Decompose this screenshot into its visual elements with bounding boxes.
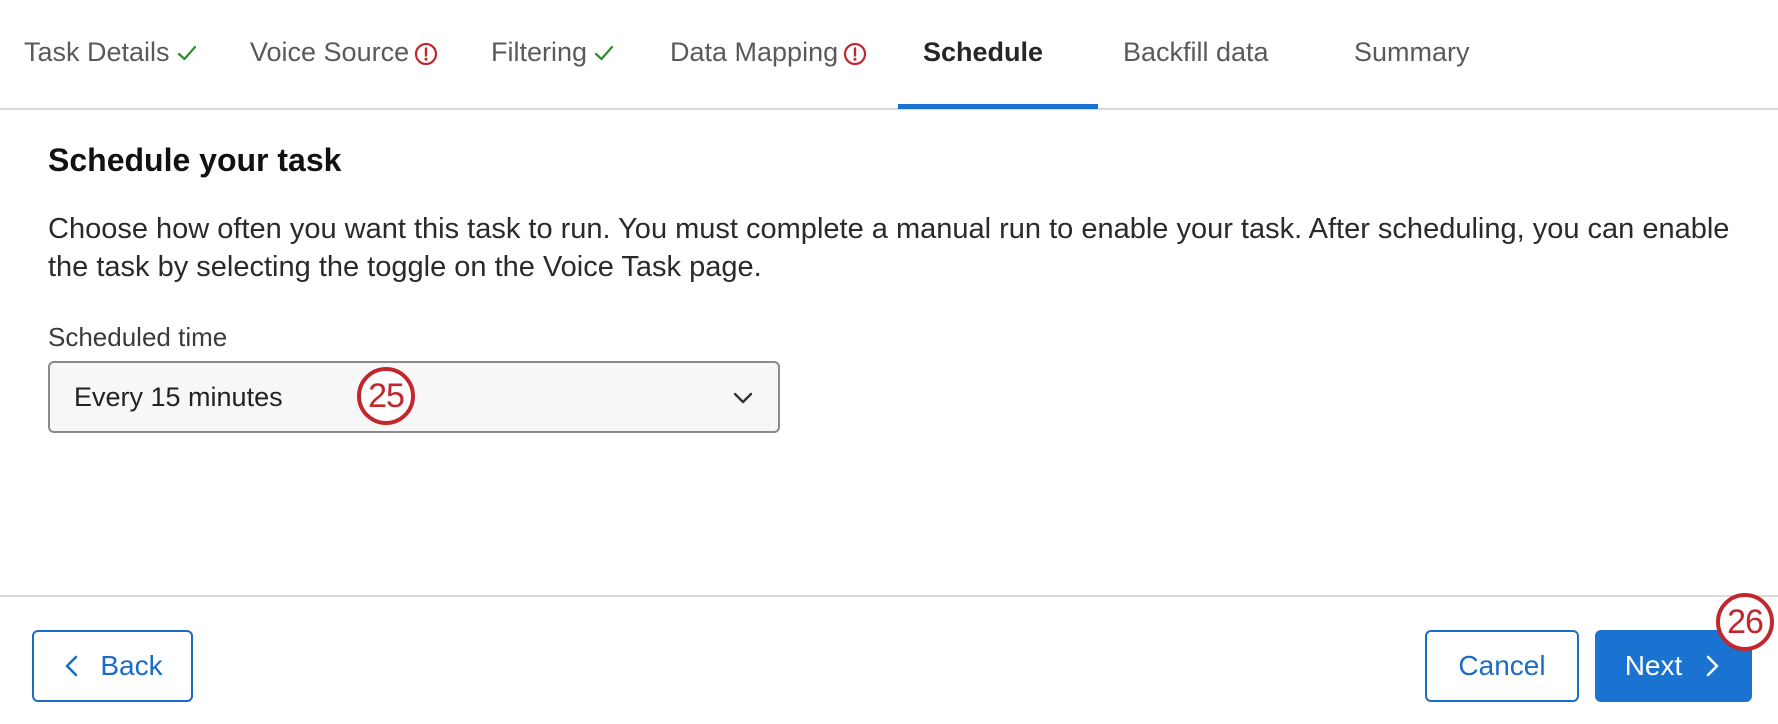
page-title: Schedule your task xyxy=(48,142,342,178)
chevron-down-icon xyxy=(733,392,753,404)
footer-divider xyxy=(0,595,1778,597)
check-icon xyxy=(594,45,614,61)
tab-label: Summary xyxy=(1354,37,1470,67)
tab-summary[interactable]: Summary xyxy=(1354,0,1470,110)
scheduled-time-label: Scheduled time xyxy=(48,322,228,352)
check-icon xyxy=(177,45,196,61)
cancel-button[interactable]: Cancel xyxy=(1425,630,1579,702)
next-button-label: Next xyxy=(1624,650,1683,681)
tab-data-mapping[interactable]: Data Mapping xyxy=(670,0,868,110)
tab-schedule[interactable]: Schedule xyxy=(923,0,1043,110)
tab-task-details[interactable]: Task Details xyxy=(24,0,198,110)
tab-label: Voice Source xyxy=(250,37,410,67)
tab-label: Schedule xyxy=(923,37,1044,67)
tab-label: Backfill data xyxy=(1123,37,1269,67)
wizard-tabs: Task Details Voice Source Filtering Data… xyxy=(0,0,1778,110)
tab-label: Task Details xyxy=(24,37,170,67)
active-tab-indicator xyxy=(898,104,1098,109)
tab-filtering[interactable]: Filtering xyxy=(491,0,615,110)
schedule-description: Choose how often you want this task to r… xyxy=(48,213,1730,283)
chevron-right-icon xyxy=(1706,655,1719,677)
tab-label: Data Mapping xyxy=(670,37,839,67)
step-annotation-badge: 26 xyxy=(1716,593,1774,651)
back-button[interactable]: Back xyxy=(32,630,193,702)
tab-label: Filtering xyxy=(491,37,588,67)
cancel-button-label: Cancel xyxy=(1458,650,1546,681)
alert-circle-icon xyxy=(415,42,438,66)
step-annotation-badge: 25 xyxy=(357,367,415,425)
back-button-label: Back xyxy=(100,650,163,681)
chevron-left-icon xyxy=(66,655,78,677)
alert-circle-icon xyxy=(844,42,867,66)
tab-backfill-data[interactable]: Backfill data xyxy=(1123,0,1269,110)
scheduled-time-value: Every 15 minutes xyxy=(74,381,283,412)
tab-voice-source[interactable]: Voice Source xyxy=(250,0,439,110)
